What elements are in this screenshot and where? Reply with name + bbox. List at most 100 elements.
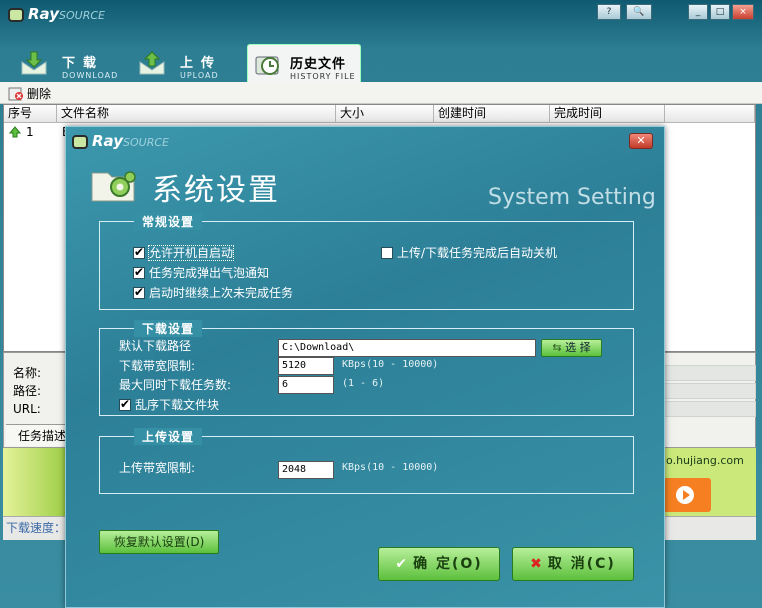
browse-button[interactable]: ⇆ 选 择 <box>541 339 602 357</box>
upload-speed-limit-input[interactable]: 2048 <box>278 461 334 479</box>
restore-defaults-button[interactable]: 恢复默认设置(D) <box>99 530 219 554</box>
delete-label: 删除 <box>27 87 52 101</box>
max-concurrent-range: (1 - 6) <box>342 378 385 389</box>
browse-button-label: 选 择 <box>565 341 591 354</box>
tab-upload-sublabel: UPLOAD <box>180 71 219 80</box>
tab-download-sublabel: DOWNLOAD <box>62 71 119 80</box>
upload-settings-group: 上传设置 上传带宽限制: 2048 KBps(10 - 10000) <box>99 428 634 494</box>
random-blocks-checkbox[interactable]: 乱序下载文件块 <box>119 396 219 413</box>
app-logo-sub: SOURCE <box>59 9 105 22</box>
auto-shutdown-label: 上传/下载任务完成后自动关机 <box>397 246 558 260</box>
tab-upload[interactable]: 上传 UPLOAD <box>134 44 244 82</box>
tab-download-label: 下载 <box>62 56 105 71</box>
dialog-title-en: System Setting <box>488 185 656 210</box>
autostart-label: 允许开机自启动 <box>147 245 235 261</box>
upload-icon <box>139 51 165 75</box>
dialog-logo-badge-icon <box>72 134 88 149</box>
cross-icon: ✖ <box>530 556 544 572</box>
upload-settings-title: 上传设置 <box>134 428 203 445</box>
download-speed-limit-label: 下载带宽限制: <box>119 359 196 373</box>
checkbox-unchecked-icon <box>381 247 393 259</box>
download-speed-limit-input[interactable]: 5120 <box>278 357 334 375</box>
settings-folder-icon <box>91 171 136 202</box>
history-icon <box>255 56 279 75</box>
dialog-close-button[interactable]: ✕ <box>629 133 653 149</box>
random-blocks-label: 乱序下载文件块 <box>135 398 220 412</box>
bubble-notify-checkbox[interactable]: 任务完成弹出气泡通知 <box>133 264 269 281</box>
tab-download[interactable]: 下载 DOWNLOAD <box>16 44 126 82</box>
column-filler <box>665 105 755 123</box>
cancel-button[interactable]: ✖ 取 消(C) <box>512 547 634 581</box>
minimize-button[interactable]: _ <box>688 4 708 20</box>
app-logo: RaySOURCE <box>8 5 105 23</box>
column-created-time[interactable]: 创建时间 <box>434 105 550 123</box>
info-name-label: 名称: <box>13 366 42 380</box>
tab-history-label: 历史文件 <box>290 57 347 72</box>
checkbox-checked-icon <box>133 265 145 279</box>
upload-arrow-icon <box>9 126 21 138</box>
download-speed-label: 下载速度： <box>6 521 67 535</box>
row-index: 1 <box>26 125 34 139</box>
download-icon <box>21 51 47 75</box>
delete-button[interactable]: 删除 <box>8 85 51 102</box>
max-concurrent-label: 最大同时下载任务数: <box>119 378 232 392</box>
download-speed-unit: KBps(10 - 10000) <box>342 359 439 370</box>
download-path-label: 默认下载路径 <box>119 339 192 353</box>
info-path-label: 路径: <box>13 384 42 398</box>
ok-button-label: 确 定(O) <box>413 556 483 572</box>
download-settings-group: 下载设置 默认下载路径 C:\Download\ ⇆ 选 择 下载带宽限制: 5… <box>99 320 634 416</box>
close-button[interactable]: × <box>732 4 754 20</box>
ok-button[interactable]: ✔ 确 定(O) <box>378 547 500 581</box>
max-concurrent-input[interactable]: 6 <box>278 376 334 394</box>
general-settings-title: 常规设置 <box>134 213 203 230</box>
autostart-checkbox[interactable]: 允许开机自启动 <box>133 244 235 261</box>
info-url-label: URL: <box>13 402 41 416</box>
general-settings-group: 常规设置 允许开机自启动 任务完成弹出气泡通知 启动时继续上次未完成任务 上传/… <box>99 213 634 310</box>
check-icon: ✔ <box>395 556 410 572</box>
column-file-name[interactable]: 文件名称 <box>57 105 336 123</box>
resume-tasks-checkbox[interactable]: 启动时继续上次未完成任务 <box>133 284 293 301</box>
task-description-tab[interactable]: 任务描述 <box>6 424 66 446</box>
column-size[interactable]: 大小 <box>336 105 434 123</box>
play-icon <box>676 486 694 504</box>
resume-tasks-label: 启动时继续上次未完成任务 <box>149 286 294 300</box>
close-icon: ✕ <box>636 134 646 147</box>
tab-history-file[interactable]: 历史文件 HISTORY FILE <box>247 44 361 82</box>
app-logo-brand: Ray <box>28 5 59 23</box>
tab-bar: 下载 DOWNLOAD 上传 UPLOAD 历史文件 HISTORY FILE <box>0 40 762 82</box>
info-url-value <box>664 401 756 417</box>
title-bar: RaySOURCE ? 🔍 _ □ × <box>0 0 762 26</box>
dialog-logo: RaySOURCE <box>72 132 169 150</box>
logo-badge-icon <box>8 7 24 22</box>
checkbox-checked-icon <box>133 285 145 299</box>
checkbox-checked-icon <box>119 397 131 411</box>
upload-speed-limit-label: 上传带宽限制: <box>119 461 196 475</box>
dialog-title-bar: RaySOURCE ✕ <box>66 127 664 155</box>
auto-shutdown-checkbox[interactable]: 上传/下载任务完成后自动关机 <box>381 244 557 261</box>
cancel-button-label: 取 消(C) <box>547 556 616 572</box>
info-name-value <box>664 365 756 381</box>
ad-play-button[interactable] <box>663 478 711 512</box>
info-path-value <box>664 383 756 399</box>
help-button[interactable]: ? <box>597 4 621 20</box>
tab-history-sublabel: HISTORY FILE <box>290 72 356 81</box>
ad-left-art <box>3 448 65 516</box>
checkbox-checked-icon <box>133 245 145 259</box>
search-button[interactable]: 🔍 <box>626 4 652 20</box>
system-settings-dialog: RaySOURCE ✕ 系统设置 System Setting 常规设置 允许开… <box>65 126 665 608</box>
bubble-notify-label: 任务完成弹出气泡通知 <box>149 266 270 280</box>
column-index[interactable]: 序号 <box>4 105 57 123</box>
dialog-logo-brand: Ray <box>92 132 123 150</box>
browse-folder-icon: ⇆ <box>552 341 562 354</box>
ad-url[interactable]: lo.hujiang.com <box>663 454 744 467</box>
column-completed-time[interactable]: 完成时间 <box>550 105 665 123</box>
toolbar: 删除 <box>0 82 762 104</box>
delete-icon <box>8 87 23 100</box>
download-settings-title: 下载设置 <box>134 320 203 337</box>
dialog-title: 系统设置 <box>152 173 280 208</box>
tab-upload-label: 上传 <box>180 56 223 71</box>
upload-speed-unit: KBps(10 - 10000) <box>342 462 439 473</box>
maximize-button[interactable]: □ <box>710 4 730 20</box>
download-path-input[interactable]: C:\Download\ <box>278 339 536 357</box>
dialog-logo-sub: SOURCE <box>123 136 169 149</box>
